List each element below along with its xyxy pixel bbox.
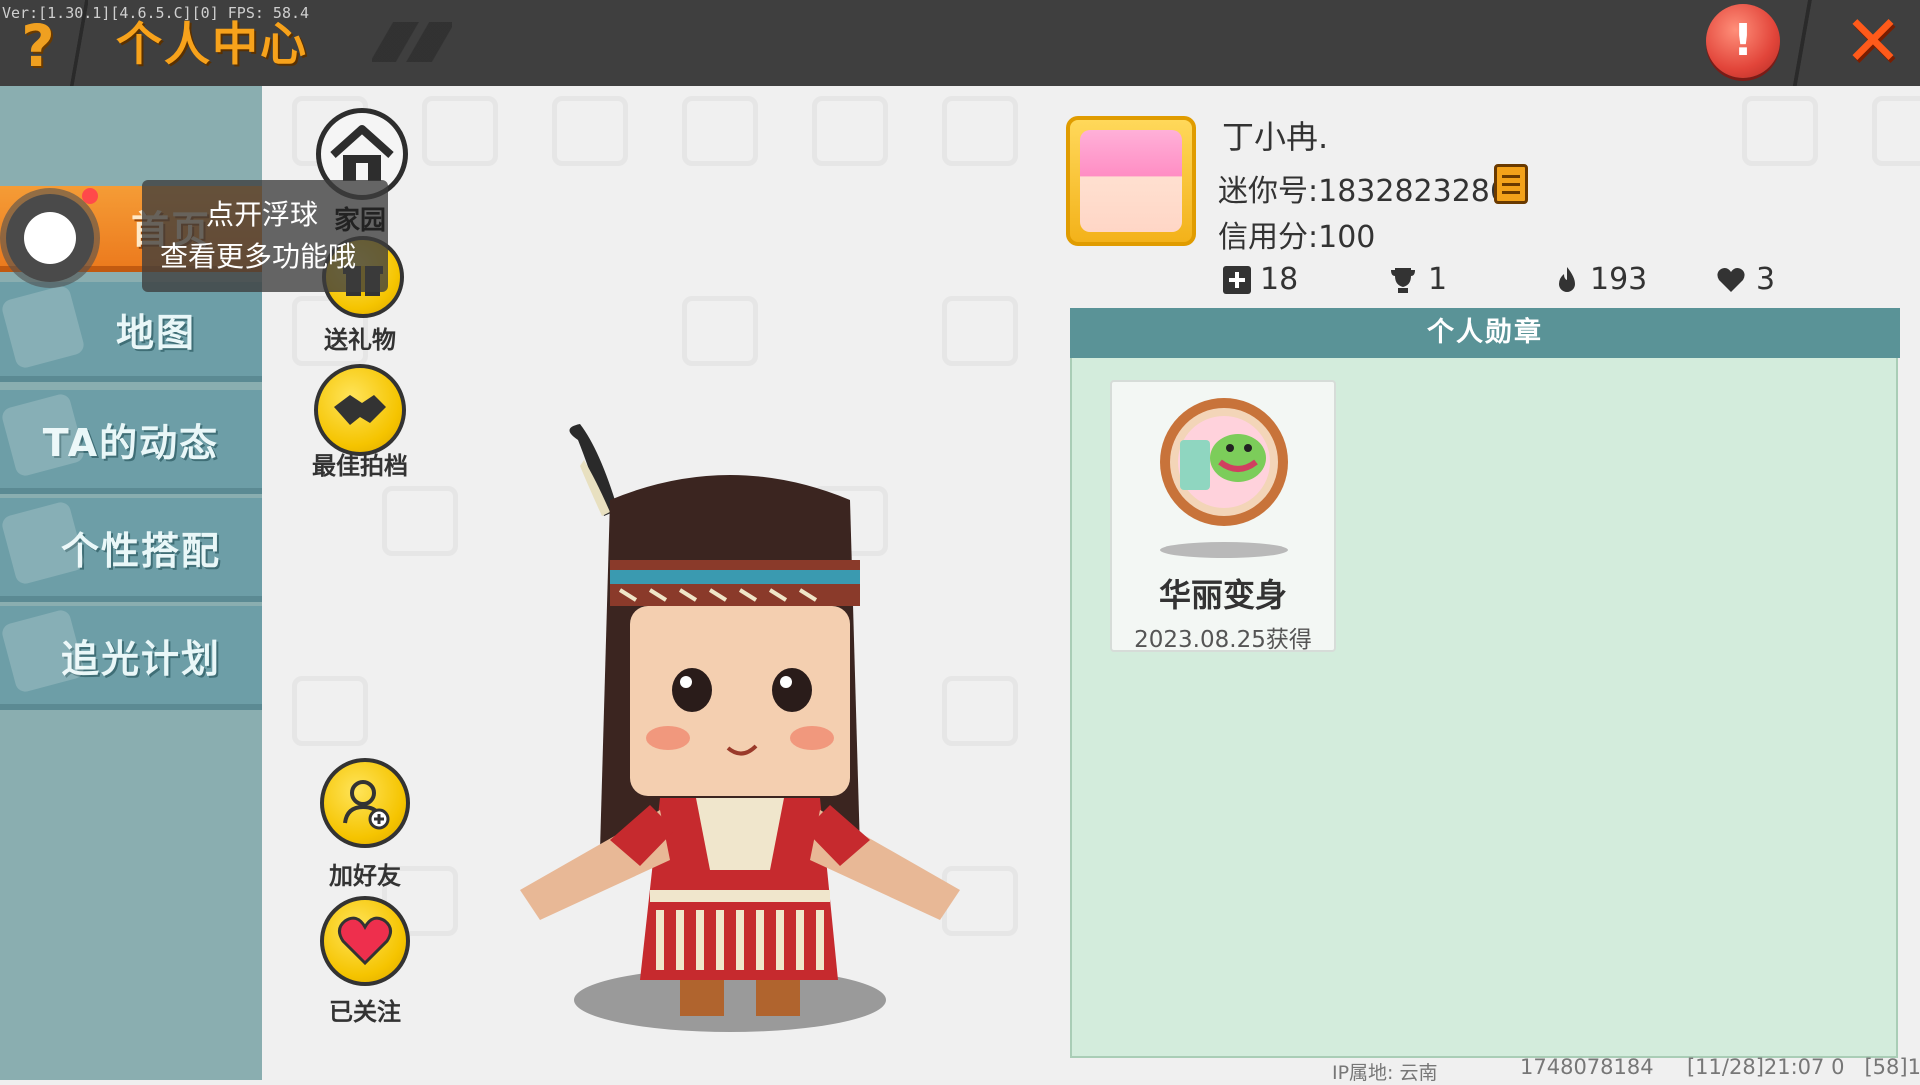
sidebar-item-map[interactable]: 地图 (0, 282, 262, 382)
flame-icon (1559, 266, 1575, 292)
stat-trophies: 1 (1388, 262, 1447, 297)
mini-id: 迷你号:1832823286 (1218, 174, 1509, 209)
float-ball[interactable] (6, 194, 94, 282)
follow-label: 已关注 (329, 998, 401, 1026)
add-friend-label: 加好友 (329, 862, 401, 890)
sidebar-item-outfit[interactable]: 个性搭配 (0, 498, 262, 602)
heart-icon (338, 916, 392, 966)
avatar[interactable] (1066, 116, 1196, 246)
sidebar-item-label: 地图 (115, 310, 196, 355)
handshake-icon (334, 395, 386, 425)
sidebar-item-activity[interactable]: TA的动态 (0, 390, 262, 494)
medal-name: 华丽变身 (1158, 576, 1287, 614)
add-friend-button[interactable] (320, 758, 410, 848)
likes-count: 3 (1756, 262, 1776, 297)
player-name: 丁小冉. (1222, 118, 1329, 156)
report-warning-icon[interactable]: ! (1706, 4, 1780, 78)
gift-label: 送礼物 (324, 326, 396, 354)
medals-header: 个人勋章 (1070, 308, 1900, 358)
best-partner-button[interactable] (314, 364, 406, 456)
heat-count: 193 (1590, 262, 1648, 297)
page-title: 个人中心 (116, 17, 308, 71)
medal-date: 2023.08.25获得 (1134, 627, 1312, 653)
tooltip-line: 查看更多功能哦 (160, 240, 357, 273)
notification-dot (82, 188, 98, 204)
stat-likes: 3 (1716, 262, 1775, 297)
medal-badge-icon (1160, 398, 1288, 558)
stat-heat: 193 (1552, 262, 1647, 297)
follow-button[interactable] (320, 896, 410, 986)
divider (70, 0, 88, 86)
build-info: 1748078184 [11/28]21:07 0 [58]1.30.1 (1520, 1055, 1920, 1079)
home-label: 家园 (333, 206, 386, 236)
close-icon[interactable]: ✕ (1838, 6, 1908, 76)
add-user-icon (343, 780, 390, 830)
sidebar-item-light-plan[interactable]: 追光计划 (0, 606, 262, 710)
trophy-icon (1391, 267, 1415, 293)
ip-location: IP属地: 云南 (1332, 1062, 1438, 1084)
map-icon (0, 284, 86, 370)
friends-plus-icon (1223, 265, 1251, 294)
friends-count: 18 (1260, 262, 1299, 297)
sidebar-item-label: 个性搭配 (60, 528, 221, 573)
decorative-stripes (372, 22, 452, 62)
best-partner-label: 最佳拍档 (312, 452, 408, 480)
help-icon[interactable]: ? (10, 14, 66, 78)
player-character (520, 424, 960, 1016)
trophies-count: 1 (1428, 262, 1448, 297)
sidebar-item-label: 追光计划 (60, 636, 221, 681)
heart-icon (1717, 267, 1745, 292)
divider (1792, 0, 1812, 86)
credit-score: 信用分:100 (1218, 220, 1376, 255)
stat-friends: 18 (1222, 262, 1298, 297)
copy-icon[interactable] (1494, 164, 1528, 204)
